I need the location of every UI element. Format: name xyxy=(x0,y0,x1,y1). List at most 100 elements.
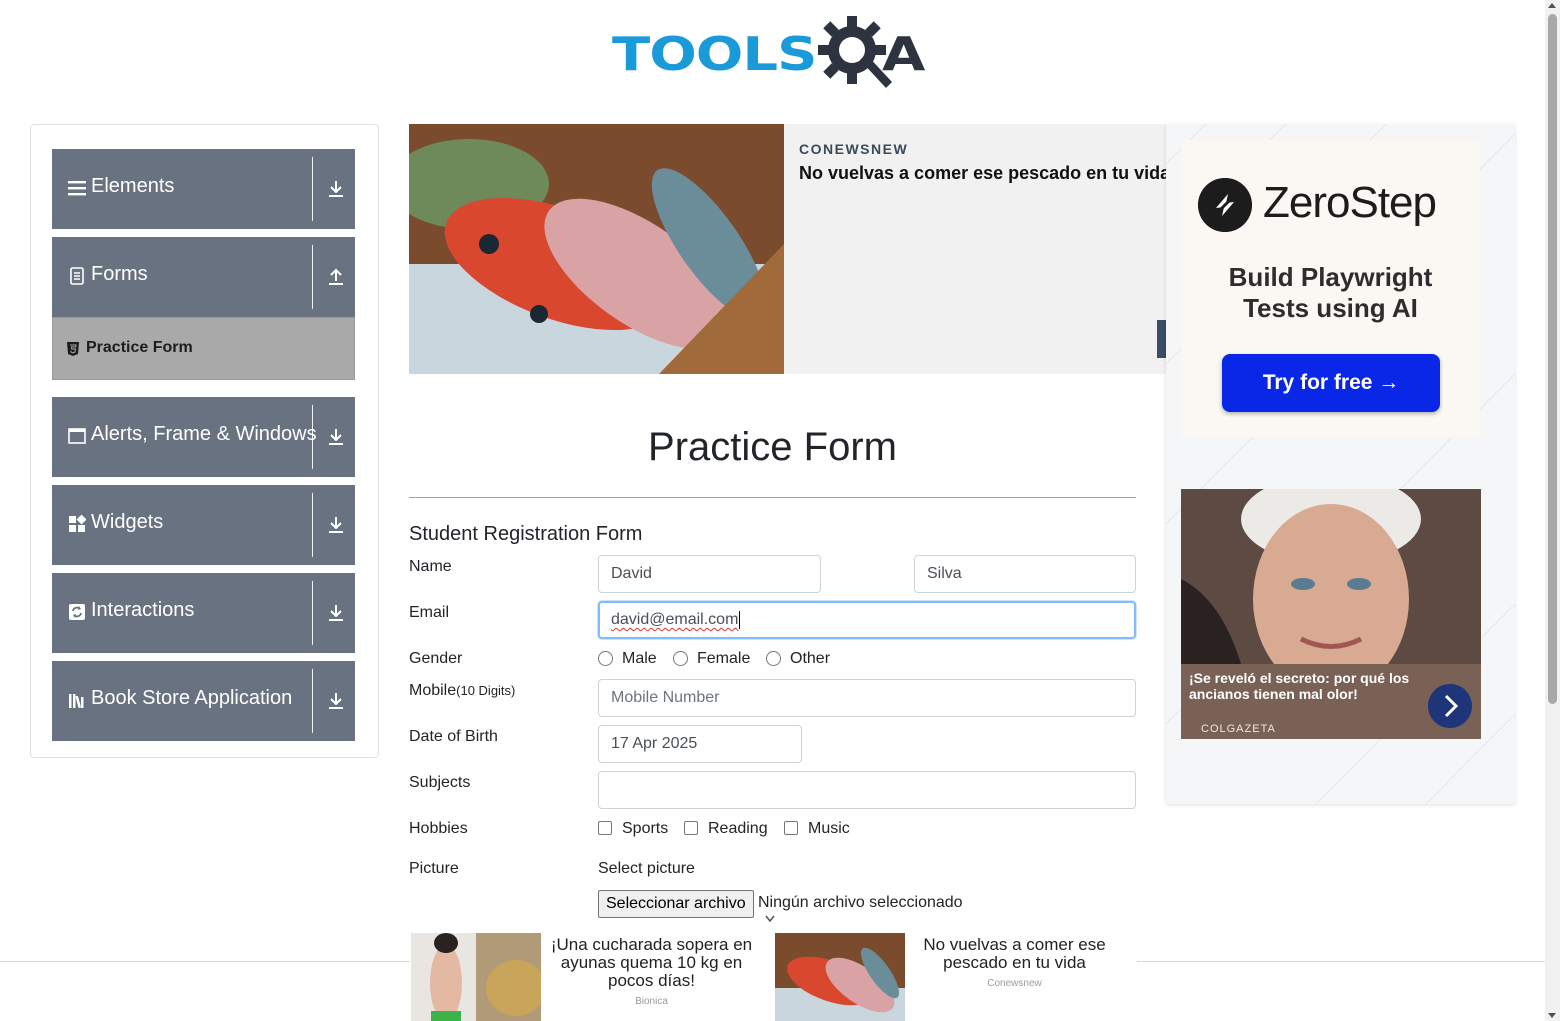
email-input[interactable]: david@email.com xyxy=(598,601,1136,639)
gender-label: Gender xyxy=(409,650,463,667)
woman-photo xyxy=(411,933,541,1021)
bottom-advertisement[interactable]: ¡Una cucharada sopera en ayunas quema 10… xyxy=(410,932,1137,1021)
divider xyxy=(312,581,313,645)
fish-photo xyxy=(775,933,905,1021)
sidebar-group-alerts[interactable]: Alerts, Frame & Windows xyxy=(52,397,355,477)
divider xyxy=(312,245,313,309)
dob-label: Date of Birth xyxy=(409,728,498,745)
hobby-checkbox-sports[interactable] xyxy=(598,821,612,835)
chevron-down-icon[interactable] xyxy=(765,915,775,923)
html5-icon xyxy=(67,342,79,356)
upload-arrow-icon[interactable] xyxy=(327,267,345,287)
file-status: Ningún archivo seleccionado xyxy=(758,894,963,911)
divider xyxy=(312,669,313,733)
story-ad-card[interactable]: ¡Se reveló el secreto: por qué los ancia… xyxy=(1181,489,1481,739)
logo-text-end: A xyxy=(882,28,926,82)
download-arrow-icon[interactable] xyxy=(327,427,345,447)
gender-option-label[interactable]: Male xyxy=(622,650,657,668)
ad-cta-button[interactable] xyxy=(1157,320,1166,358)
ad-photo-fish xyxy=(775,933,905,1021)
divider xyxy=(312,493,313,557)
choose-file-button[interactable]: Seleccionar archivo xyxy=(598,890,754,918)
page-scrollbar[interactable] xyxy=(1545,0,1560,1021)
tagline-line-2: Tests using AI xyxy=(1243,293,1418,323)
books-icon xyxy=(69,694,84,709)
chevron-right-icon[interactable] xyxy=(1428,684,1472,728)
hamburger-icon xyxy=(68,181,86,196)
gender-radio-other[interactable] xyxy=(766,651,781,666)
first-name-input[interactable]: David xyxy=(598,555,821,593)
sidebar-item-practice-form[interactable]: Practice Form xyxy=(52,317,355,380)
portrait-photo xyxy=(1181,489,1481,664)
name-label: Name xyxy=(409,558,452,575)
sidebar-group-forms[interactable]: Forms xyxy=(52,237,355,317)
hobby-option-label[interactable]: Reading xyxy=(708,820,768,838)
ad-brand: CONEWSNEW xyxy=(799,141,909,157)
sidebar-group-label: Interactions xyxy=(91,599,195,621)
sidebar-group-elements[interactable]: Elements xyxy=(52,149,355,229)
gender-radio-female[interactable] xyxy=(673,651,688,666)
mobile-label: Mobile(10 Digits) xyxy=(409,682,515,700)
page-title: Practice Form xyxy=(648,425,897,469)
select-picture-label: Select picture xyxy=(598,860,695,877)
ad-headline[interactable]: ¡Una cucharada sopera en ayunas quema 10… xyxy=(544,936,759,990)
zerostep-ad-card[interactable]: ZeroStep Build Playwright Tests using AI… xyxy=(1181,140,1480,438)
hobbies-label: Hobbies xyxy=(409,820,468,837)
sidebar-group-label: Elements xyxy=(91,175,175,197)
sidebar-group-label: Widgets xyxy=(91,511,164,533)
text-cursor xyxy=(739,610,741,629)
widgets-icon xyxy=(69,515,86,532)
mobile-input[interactable]: Mobile Number xyxy=(598,679,1136,717)
divider xyxy=(409,497,1136,498)
toolsqa-logo[interactable]: TOOLS A xyxy=(612,14,938,92)
picture-label: Picture xyxy=(409,860,459,877)
story-caption[interactable]: ¡Se reveló el secreto: por qué los ancia… xyxy=(1189,670,1429,702)
mobile-label-text: Mobile xyxy=(409,682,457,699)
subjects-label: Subjects xyxy=(409,774,471,791)
sidebar-group-widgets[interactable]: Widgets xyxy=(52,485,355,565)
try-for-free-button[interactable]: Try for free → xyxy=(1222,354,1440,412)
sidebar-group-book-store[interactable]: Book Store Application xyxy=(52,661,355,741)
hobby-checkbox-music[interactable] xyxy=(784,821,798,835)
scroll-up-icon[interactable] xyxy=(1548,3,1556,8)
gender-radio-male[interactable] xyxy=(598,651,613,666)
fish-photo xyxy=(409,124,784,374)
scroll-down-icon[interactable] xyxy=(1548,1013,1556,1018)
form-subtitle: Student Registration Form xyxy=(409,523,643,545)
sidebar-group-label: Alerts, Frame & Windows xyxy=(91,423,317,445)
ad-source: Conewsnew xyxy=(987,978,1042,989)
hobby-checkbox-reading[interactable] xyxy=(684,821,698,835)
document-icon xyxy=(70,267,84,285)
email-label: Email xyxy=(409,604,450,621)
sidebar-group-label: Book Store Application xyxy=(91,687,293,709)
ad-photo-woman xyxy=(411,933,541,1021)
ad-headline[interactable]: No vuelvas a comer ese pescado en tu vid… xyxy=(799,163,1166,184)
email-value: david@email.com xyxy=(611,611,739,628)
divider xyxy=(312,157,313,221)
sidebar: Elements Forms Practice Form Alerts, Fra… xyxy=(30,124,379,758)
top-advertisement[interactable]: CONEWSNEW No vuelvas a comer ese pescado… xyxy=(409,124,1166,374)
right-advertisement[interactable]: ZeroStep Build Playwright Tests using AI… xyxy=(1166,124,1515,804)
download-arrow-icon[interactable] xyxy=(327,603,345,623)
subjects-input[interactable] xyxy=(598,771,1136,809)
download-arrow-icon[interactable] xyxy=(327,691,345,711)
interactions-icon xyxy=(69,604,85,620)
gender-option-label[interactable]: Female xyxy=(697,650,750,668)
window-icon xyxy=(68,428,86,444)
sidebar-item-label: Practice Form xyxy=(86,339,193,356)
mobile-hint: (10 Digits) xyxy=(456,683,516,698)
hobby-option-label[interactable]: Music xyxy=(808,820,850,838)
tagline-line-1: Build Playwright xyxy=(1228,262,1433,292)
download-arrow-icon[interactable] xyxy=(327,515,345,535)
sidebar-group-interactions[interactable]: Interactions xyxy=(52,573,355,653)
story-source: COLGAZETA xyxy=(1201,723,1276,735)
ad-headline[interactable]: No vuelvas a comer ese pescado en tu vid… xyxy=(907,936,1122,972)
divider xyxy=(312,405,313,469)
ad-source: Bionica xyxy=(635,996,668,1007)
hobby-option-label[interactable]: Sports xyxy=(622,820,668,838)
gender-option-label[interactable]: Other xyxy=(790,650,830,668)
scrollbar-thumb[interactable] xyxy=(1548,14,1557,704)
download-arrow-icon[interactable] xyxy=(327,179,345,199)
last-name-input[interactable]: Silva xyxy=(914,555,1136,593)
date-of-birth-input[interactable]: 17 Apr 2025 xyxy=(598,725,802,763)
